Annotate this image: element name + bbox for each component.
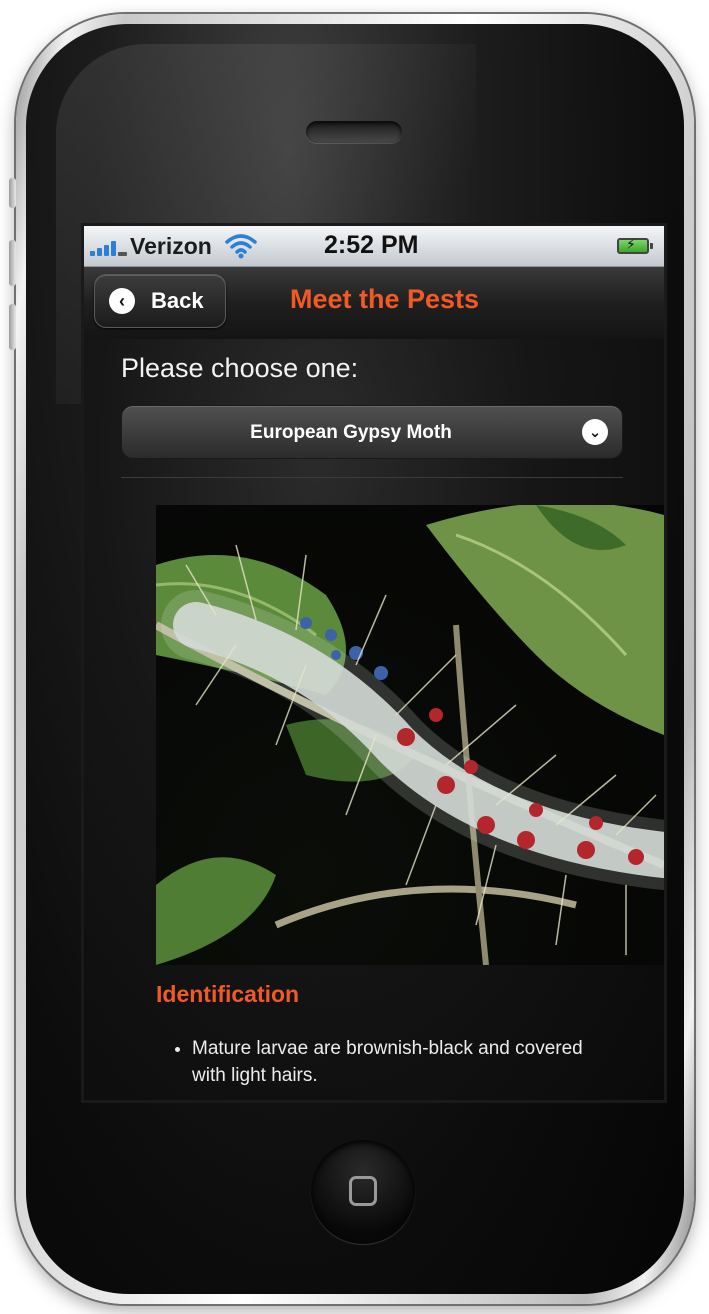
back-button[interactable]: ‹ Back [94, 274, 226, 328]
signal-strength-icon [90, 238, 130, 256]
status-bar: Verizon 2:52 PM ⚡ [84, 226, 664, 267]
mute-switch [9, 178, 16, 208]
page-title: Meet the Pests [290, 284, 480, 314]
list-item: Mature larvae are brownish-black and cov… [192, 1035, 612, 1089]
phone-screen: Verizon 2:52 PM ⚡ ‹ Back Meet the Pests … [84, 226, 664, 1100]
pest-photo [156, 505, 664, 965]
volume-down-button [9, 304, 16, 350]
battery-charging-icon: ⚡ [617, 236, 653, 254]
carrier-name: Verizon [130, 233, 212, 259]
caterpillar-on-leaf-image [156, 505, 664, 965]
content-area[interactable]: Please choose one: European Gypsy Moth ⌄ [84, 339, 664, 1100]
identification-list: Mature larvae are brownish-black and cov… [166, 1035, 612, 1092]
volume-up-button [9, 240, 16, 286]
status-time: 2:52 PM [324, 231, 419, 259]
back-button-label: Back [151, 288, 204, 313]
section-title-identification: Identification [156, 981, 300, 1007]
choose-prompt: Please choose one: [121, 353, 359, 383]
home-button[interactable] [311, 1140, 415, 1244]
pest-select-value: European Gypsy Moth [250, 422, 452, 443]
navigation-bar: ‹ Back Meet the Pests [84, 267, 664, 339]
wifi-icon [225, 234, 257, 259]
chevron-down-icon: ⌄ [582, 419, 608, 445]
home-square-icon [349, 1176, 377, 1206]
chevron-left-icon: ‹ [109, 288, 135, 314]
divider [121, 477, 623, 478]
pest-select[interactable]: European Gypsy Moth ⌄ [121, 405, 623, 459]
earpiece-speaker [306, 121, 402, 143]
